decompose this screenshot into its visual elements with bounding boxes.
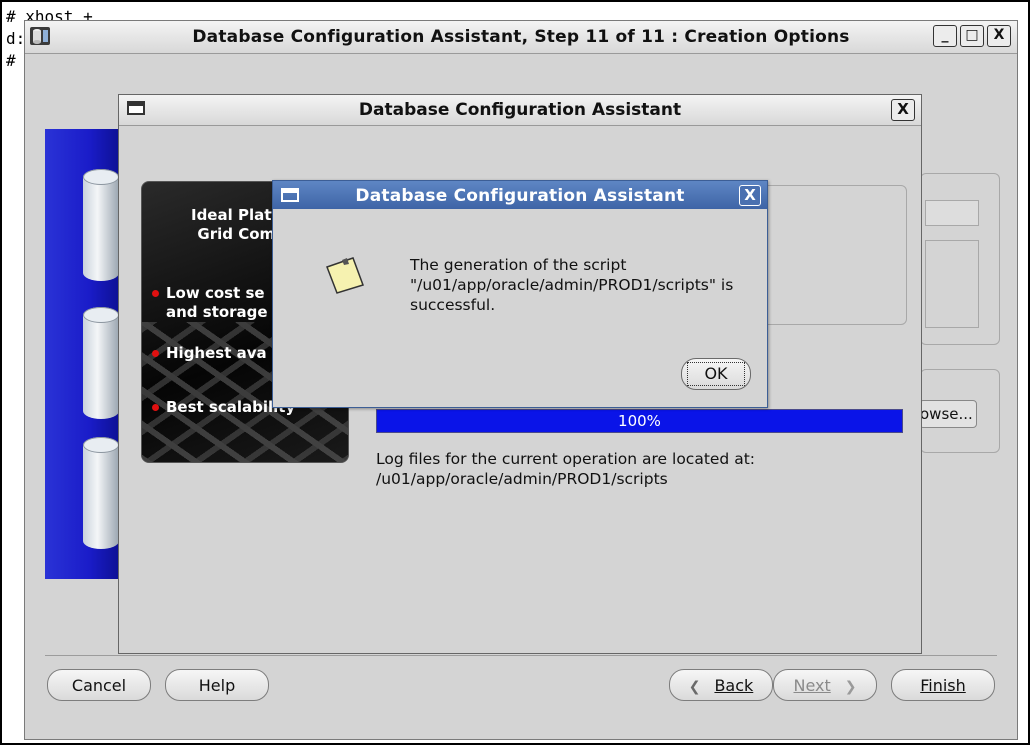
window-controls: _ □ X [933,25,1011,47]
close-button[interactable]: X [739,185,761,206]
bullet-dot [152,350,159,357]
close-button[interactable]: X [987,25,1011,47]
left-banner-image [45,129,125,579]
bullet-dot [152,404,159,411]
bullet-dot [152,290,159,297]
ok-button[interactable]: OK [681,358,751,390]
help-button[interactable]: Help [165,669,269,701]
button-separator [45,655,997,656]
progress-dialog-title: Database Configuration Assistant [358,100,682,120]
progress-dialog-titlebar[interactable]: Database Configuration Assistant X [119,95,921,126]
close-button[interactable]: X [891,99,915,121]
chevron-right-icon: ❯ [844,679,857,695]
log-location-text: Log files for the current operation are … [376,450,755,488]
main-titlebar[interactable]: Database Configuration Assistant, Step 1… [25,21,1017,54]
options-field [925,200,979,226]
main-window-title: Database Configuration Assistant, Step 1… [192,27,850,47]
disk-cylinder [83,307,119,419]
message-dialog-titlebar[interactable]: Database Configuration Assistant X [273,181,767,209]
back-button-label: Back [714,676,754,695]
progress-bar: 100% [376,409,903,433]
location-group: owse... [919,369,1000,453]
chevron-left-icon: ❮ [688,679,701,695]
browse-button[interactable]: owse... [919,400,977,428]
options-area [925,240,979,328]
minimize-button[interactable]: _ [933,25,957,47]
cancel-button[interactable]: Cancel [47,669,151,701]
promo-bullet: Low cost se and storage [152,284,268,322]
next-button-label: Next [793,676,831,695]
disk-cylinder [83,169,119,281]
options-group [920,173,1000,345]
message-dialog: Database Configuration Assistant X The g… [272,180,768,408]
note-icon [326,257,364,294]
message-text: The generation of the script "/u01/app/o… [410,256,734,314]
maximize-button[interactable]: □ [960,25,984,47]
back-button[interactable]: ❮ Back [669,669,773,701]
next-button: Next ❯ [773,669,877,701]
message-dialog-title: Database Configuration Assistant [355,186,685,206]
disk-cylinder [83,437,119,549]
promo-bullet: Highest ava [152,344,267,363]
ok-button-label: OK [687,362,745,386]
finish-button[interactable]: Finish [891,669,995,701]
finish-button-label: Finish [920,676,966,695]
